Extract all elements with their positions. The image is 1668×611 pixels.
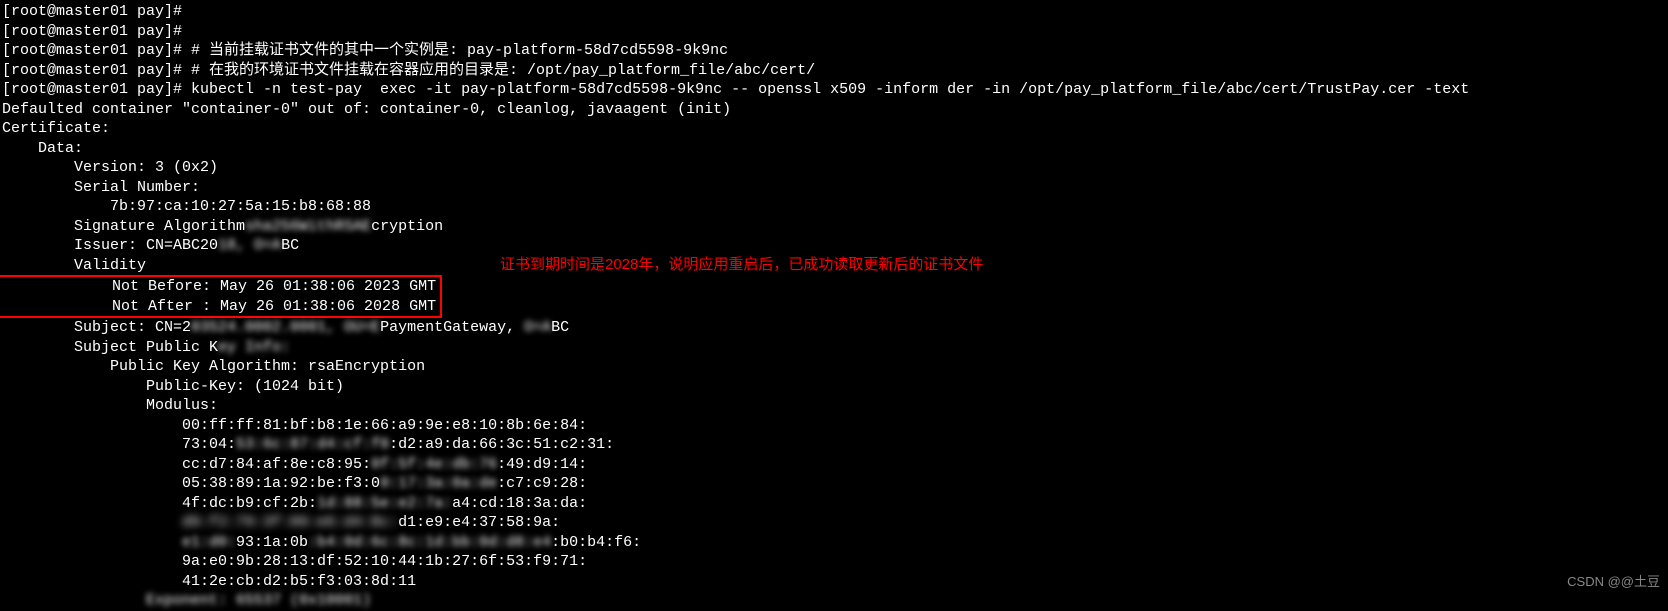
- output-line: Data:: [2, 139, 1666, 159]
- command-line: [root@master01 pay]# kubectl -n test-pay…: [2, 80, 1666, 100]
- output-line: Public Key Algorithm: rsaEncryption: [2, 357, 1666, 377]
- validity-block: Not Before: May 26 01:38:06 2023 GMT Not…: [2, 275, 1666, 318]
- output-line: d9:f2:79:3f:09:e6:d4:8c:d1:e9:e4:37:58:9…: [2, 513, 1666, 533]
- output-line: 00:ff:ff:81:bf:b8:1e:66:a9:9e:e8:10:8b:6…: [2, 416, 1666, 436]
- comment-line: [root@master01 pay]# # 当前挂载证书文件的其中一个实例是:…: [2, 41, 1666, 61]
- output-line: 41:2e:cb:d2:b5:f3:03:8d:11: [2, 572, 1666, 592]
- output-line: 73:04:53:6c:87:d4:cf:f0:d2:a9:da:66:3c:5…: [2, 435, 1666, 455]
- output-line: Modulus:: [2, 396, 1666, 416]
- prompt-line: [root@master01 pay]#: [2, 22, 1666, 42]
- highlighted-validity: Not Before: May 26 01:38:06 2023 GMT Not…: [0, 275, 442, 318]
- watermark: CSDN @@土豆: [1567, 574, 1660, 591]
- output-line: Subject Public Key Info:: [2, 338, 1666, 358]
- output-line: Public-Key: (1024 bit): [2, 377, 1666, 397]
- output-line: Subject: CN=203524.0002.0001, OU=EPaymen…: [2, 318, 1666, 338]
- not-before-line: Not Before: May 26 01:38:06 2023 GMT: [4, 277, 436, 297]
- not-after-line: Not After : May 26 01:38:06 2028 GMT: [4, 297, 436, 317]
- output-line: Version: 3 (0x2): [2, 158, 1666, 178]
- output-line: cc:d7:84:af:8e:c8:95:0f:5f:4e:db:76:49:d…: [2, 455, 1666, 475]
- terminal-output: [root@master01 pay]# [root@master01 pay]…: [2, 2, 1666, 611]
- output-line: Defaulted container "container-0" out of…: [2, 100, 1666, 120]
- output-line: e1:d0:93:1a:0b:b4:0d:6c:8c:1d:bb:0d:d8:e…: [2, 533, 1666, 553]
- output-line: Exponent: 65537 (0x10001): [2, 591, 1666, 611]
- output-line: Issuer: CN=ABC2018, O=ABC: [2, 236, 1666, 256]
- output-line: 4f:dc:b9:cf:2b:1d:88:5e:e2:7a:a4:cd:18:3…: [2, 494, 1666, 514]
- output-line: 05:38:89:1a:92:be:f3:00:17:3a:0a:de:c7:c…: [2, 474, 1666, 494]
- output-line: 9a:e0:9b:28:13:df:52:10:44:1b:27:6f:53:f…: [2, 552, 1666, 572]
- output-line: Certificate:: [2, 119, 1666, 139]
- output-line: Signature Algorithmsha256WithRSAEcryptio…: [2, 217, 1666, 237]
- comment-line: [root@master01 pay]# # 在我的环境证书文件挂载在容器应用的…: [2, 61, 1666, 81]
- output-line: 7b:97:ca:10:27:5a:15:b8:68:88: [2, 197, 1666, 217]
- output-line: Serial Number:: [2, 178, 1666, 198]
- annotation-text: 证书到期时间是2028年，说明应用重启后，已成功读取更新后的证书文件: [500, 255, 983, 275]
- prompt-line: [root@master01 pay]#: [2, 2, 1666, 22]
